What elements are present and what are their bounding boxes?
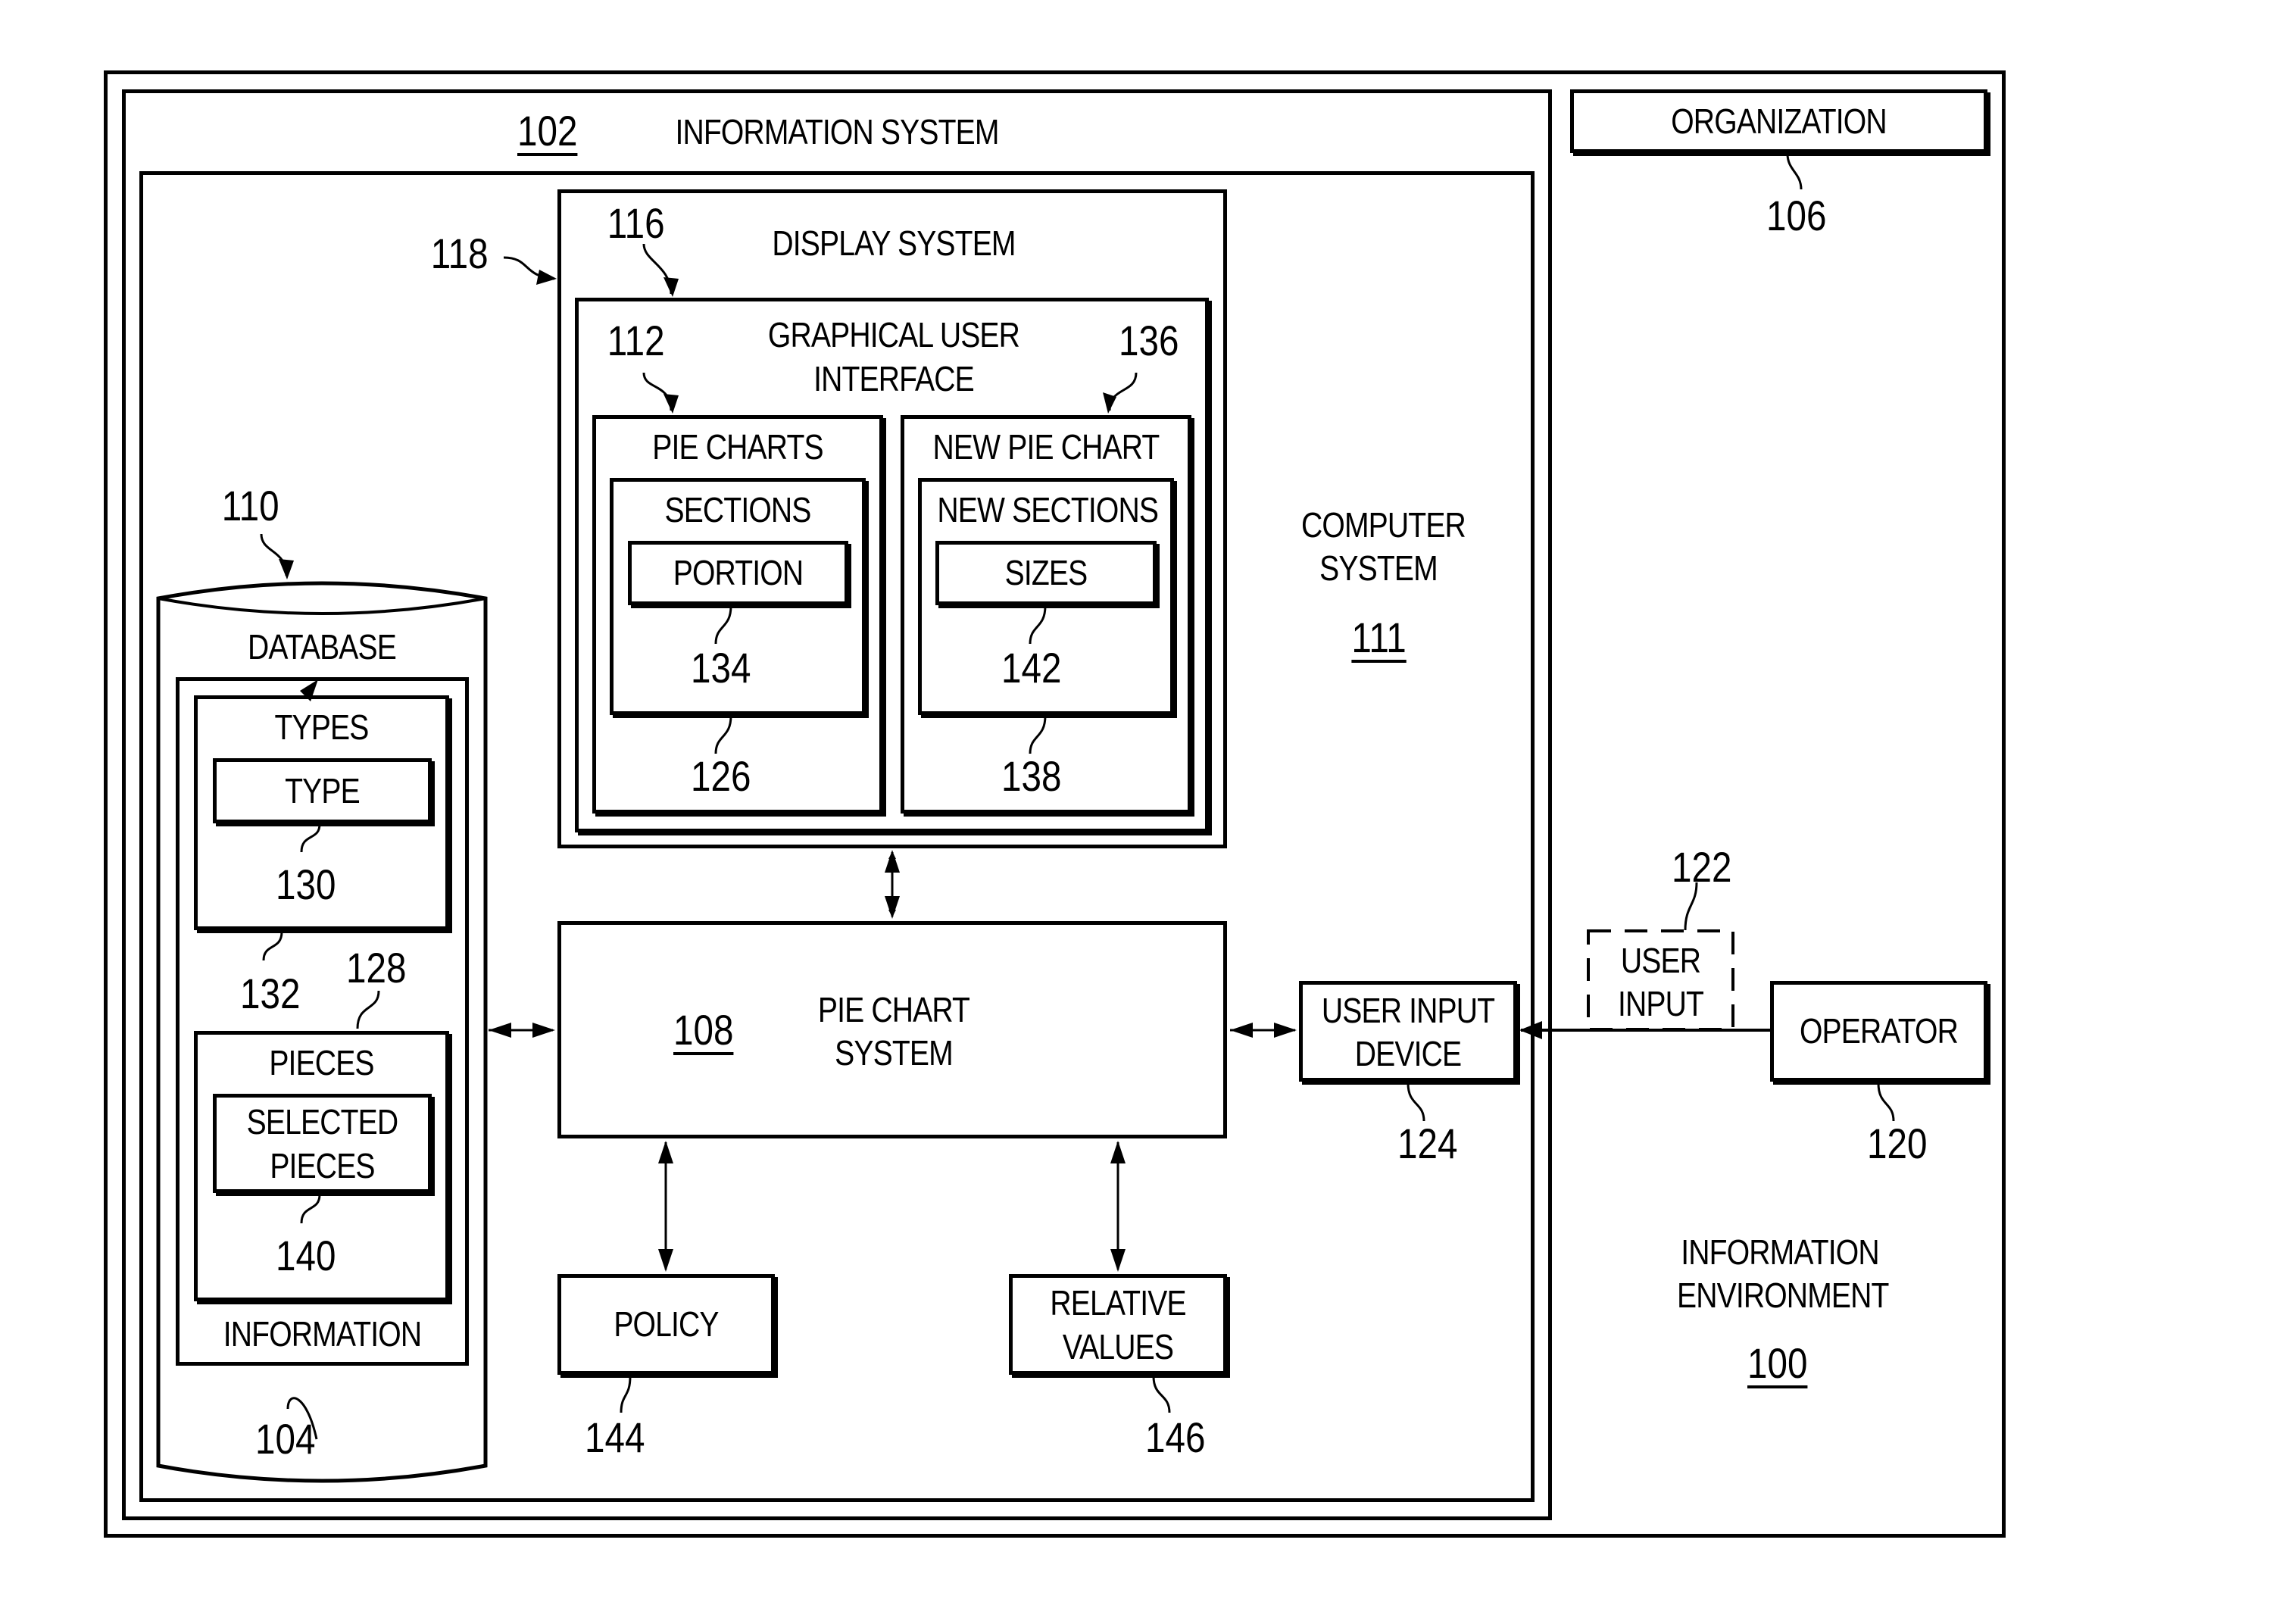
environment-label-line1: INFORMATION — [1681, 1232, 1879, 1272]
types-ref: 132 — [240, 970, 301, 1017]
user-input-label-line2: INPUT — [1617, 984, 1704, 1023]
database-label: DATABASE — [247, 627, 397, 667]
portion-ref: 134 — [691, 644, 751, 692]
computer-system-ref: 111 — [1351, 614, 1407, 661]
new-pie-chart-label: NEW PIE CHART — [932, 427, 1160, 467]
pie-chart-system-label-line1: PIE CHART — [817, 990, 970, 1029]
relative-values-label-line2: VALUES — [1062, 1327, 1174, 1366]
display-outer-ref: 118 — [430, 230, 489, 277]
display-system-label: DISPLAY SYSTEM — [772, 223, 1016, 263]
gui-label-line2: INTERFACE — [813, 359, 975, 398]
pie-charts-label: PIE CHARTS — [652, 427, 823, 467]
pieces-label: PIECES — [269, 1043, 374, 1082]
selected-pieces-line1: SELECTED — [246, 1102, 398, 1141]
types-label: TYPES — [274, 707, 370, 747]
relative-values-ref: 146 — [1145, 1413, 1206, 1461]
organization-label: ORGANIZATION — [1671, 102, 1887, 141]
pieces-ref: 128 — [346, 944, 407, 992]
computer-system-label-line2: SYSTEM — [1319, 548, 1438, 588]
computer-system-label-line1: COMPUTER — [1301, 505, 1466, 545]
environment-label-line2: ENVIRONMENT — [1677, 1276, 1889, 1315]
sections-ref: 126 — [691, 752, 751, 800]
new-sections-label: NEW SECTIONS — [937, 490, 1159, 529]
relative-values-label-line1: RELATIVE — [1050, 1283, 1186, 1323]
gui-label-line1: GRAPHICAL USER — [767, 315, 1020, 354]
sizes-label: SIZES — [1004, 553, 1088, 592]
operator-label: OPERATOR — [1799, 1011, 1959, 1051]
portion-label: PORTION — [673, 553, 804, 592]
policy-ref: 144 — [585, 1413, 645, 1461]
pie-chart-system-ref: 108 — [673, 1006, 734, 1054]
pie-chart-system-label-line2: SYSTEM — [835, 1033, 954, 1073]
gui-ref: 112 — [607, 317, 665, 364]
info-system-ref: 102 — [517, 107, 578, 155]
sections-label: SECTIONS — [664, 490, 811, 529]
user-input-ref: 122 — [1672, 843, 1732, 891]
information-ref: 104 — [255, 1415, 316, 1463]
selected-pieces-line2: PIECES — [270, 1146, 375, 1185]
selected-pieces-ref: 140 — [276, 1232, 336, 1279]
user-input-device-label-line2: DEVICE — [1354, 1034, 1462, 1073]
new-pie-chart-ref: 136 — [1119, 317, 1179, 364]
database-ref: 110 — [221, 482, 279, 529]
display-system-ref: 116 — [607, 199, 665, 247]
operator-ref: 120 — [1867, 1120, 1928, 1167]
environment-ref: 100 — [1747, 1339, 1808, 1387]
sizes-ref: 142 — [1001, 644, 1062, 692]
info-system-label: INFORMATION SYSTEM — [675, 112, 999, 151]
user-input-device-ref: 124 — [1397, 1120, 1458, 1167]
type-ref: 130 — [276, 860, 336, 908]
policy-label: POLICY — [614, 1304, 719, 1344]
type-label: TYPE — [285, 771, 361, 810]
user-input-device-label-line1: USER INPUT — [1321, 991, 1495, 1030]
information-label: INFORMATION — [223, 1314, 422, 1354]
new-sections-ref: 138 — [1001, 752, 1062, 800]
user-input-label-line1: USER — [1620, 941, 1701, 980]
organization-ref: 106 — [1766, 192, 1827, 239]
